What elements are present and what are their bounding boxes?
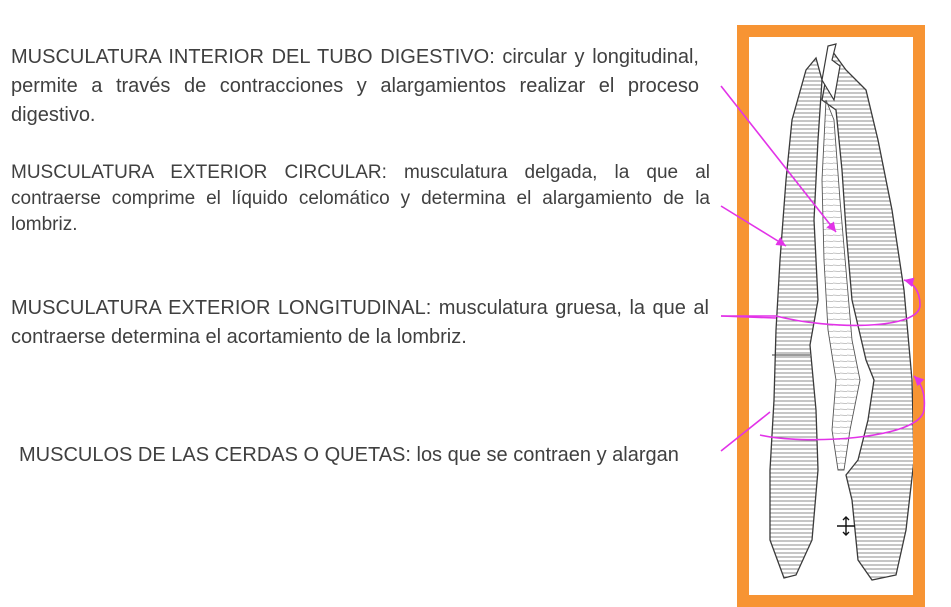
label-setae-heading: MUSCULOS DE LAS CERDAS O QUETAS: <box>19 444 411 466</box>
label-interior-heading: MUSCULATURA INTERIOR DEL TUBO DIGESTIVO: <box>11 46 495 68</box>
move-cursor-icon <box>837 516 855 536</box>
earthworm-section-drawing <box>769 43 913 581</box>
label-exterior-longitudinal: MUSCULATURA EXTERIOR LONGITUDINAL: muscu… <box>11 294 709 352</box>
label-interior-musculature: MUSCULATURA INTERIOR DEL TUBO DIGESTIVO:… <box>11 43 699 130</box>
label-setae-muscles: MUSCULOS DE LAS CERDAS O QUETAS: los que… <box>19 441 710 470</box>
illustration-frame <box>737 25 925 607</box>
label-circular-heading: MUSCULATURA EXTERIOR CIRCULAR: <box>11 162 387 183</box>
label-longitudinal-heading: MUSCULATURA EXTERIOR LONGITUDINAL: <box>11 297 432 319</box>
label-setae-body: los que se contraen y alargan <box>410 444 679 466</box>
left-body-wall <box>769 56 823 579</box>
label-exterior-circular: MUSCULATURA EXTERIOR CIRCULAR: musculatu… <box>11 160 710 238</box>
